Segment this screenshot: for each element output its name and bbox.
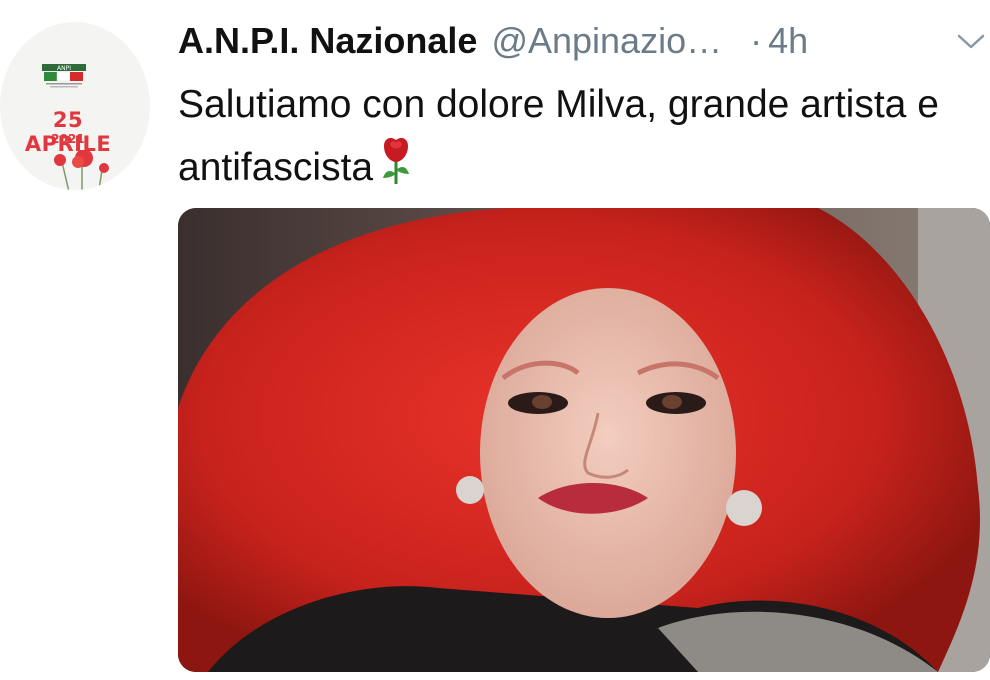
- tweet-text: Salutiamo con dolore Milva, grande artis…: [178, 76, 968, 203]
- author-avatar[interactable]: ANPI 25 APRILE 2021: [0, 22, 150, 190]
- poppy-flowers-icon: [48, 149, 118, 190]
- portrait-photo: [178, 208, 990, 672]
- author-name[interactable]: A.N.P.I. Nazionale: [178, 20, 477, 62]
- badge-year: 2021: [51, 132, 85, 146]
- author-handle[interactable]: @Anpinazio…: [491, 20, 722, 62]
- chevron-down-icon[interactable]: [956, 32, 986, 52]
- tweet-header: A.N.P.I. Nazionale @Anpinazio… · 4h: [178, 20, 808, 68]
- rose-emoji-icon: [379, 134, 413, 203]
- tweet-text-content: Salutiamo con dolore Milva, grande artis…: [178, 83, 939, 189]
- separator-dot: ·: [750, 20, 763, 61]
- timestamp[interactable]: 4h: [768, 20, 808, 62]
- anpi-logo: ANPI: [42, 64, 86, 88]
- svg-text:ANPI: ANPI: [57, 65, 71, 72]
- tweet-media-photo[interactable]: [178, 208, 990, 672]
